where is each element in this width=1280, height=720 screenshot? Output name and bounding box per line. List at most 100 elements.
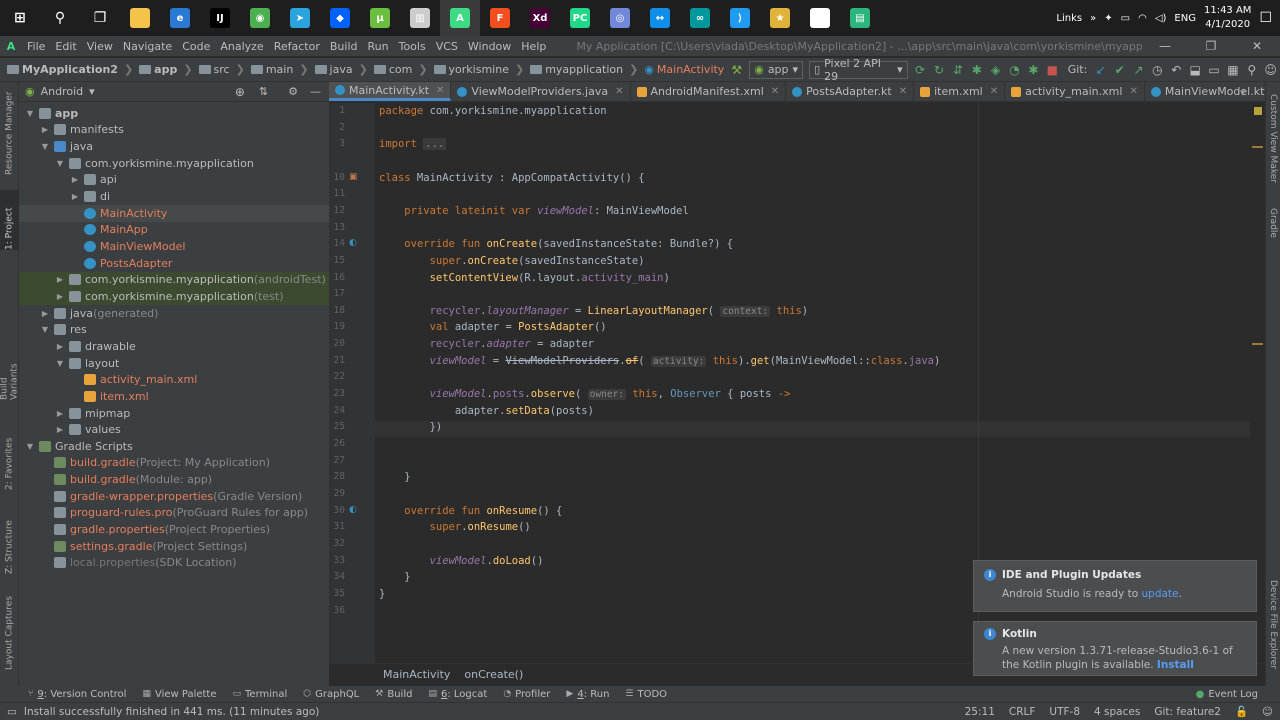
wifi-icon[interactable]: ◠ [1138, 13, 1147, 24]
crumb-3[interactable]: main ❯ [248, 63, 312, 76]
chrome-icon[interactable]: ◉ [240, 0, 280, 36]
tab-gradle[interactable]: Gradle [1268, 208, 1278, 238]
code-line[interactable]: viewModel.posts.observe( owner: this, Ob… [379, 388, 790, 401]
close-tab-icon[interactable]: ✕ [615, 86, 623, 97]
code-line[interactable]: }) [379, 421, 443, 433]
git-commit-icon[interactable]: ✔ [1110, 60, 1129, 80]
editor-tab[interactable]: PostsAdapter.kt ✕ [786, 82, 915, 101]
collapsed-arrow-icon[interactable]: ▶ [55, 425, 65, 434]
override-marker-icon[interactable]: ◐ [349, 505, 357, 515]
caret-position[interactable]: 25:11 [958, 706, 1002, 718]
notification-ide-updates[interactable]: i IDE and Plugin Updates Android Studio i… [973, 560, 1257, 612]
tree-item[interactable]: item.xml [19, 388, 329, 405]
notifications-icon[interactable]: ☐ [1259, 10, 1272, 26]
trophy-app-icon[interactable]: ★ [760, 0, 800, 36]
editor-tab[interactable]: activity_main.xml ✕ [1005, 82, 1145, 101]
tab-layout-captures[interactable]: Layout Captures [0, 592, 19, 670]
battery-icon[interactable]: ▭ [1121, 13, 1130, 24]
notification-kotlin[interactable]: i Kotlin A new version 1.3.71-release-Stu… [973, 621, 1257, 676]
collapse-all-icon[interactable]: ⇅ [259, 85, 268, 98]
crumb-7[interactable]: myapplication ❯ [527, 63, 641, 76]
menu-code[interactable]: Code [177, 40, 215, 53]
tab-structure[interactable]: Z: Structure [0, 510, 19, 574]
code-line[interactable]: } [379, 588, 385, 600]
tool-window-button[interactable]: ▶ 4: Run [558, 689, 617, 700]
editor-tab[interactable]: item.xml ✕ [914, 82, 1006, 101]
chevron-down-icon[interactable]: ▾ [89, 85, 95, 98]
close-button[interactable]: ✕ [1234, 39, 1280, 53]
expanded-arrow-icon[interactable]: ▼ [40, 325, 50, 334]
minimize-button[interactable]: — [1142, 39, 1188, 53]
tree-item[interactable]: MainViewModel [19, 238, 329, 255]
collapsed-arrow-icon[interactable]: ▶ [40, 125, 50, 134]
git-push-icon[interactable]: ↗ [1129, 60, 1148, 80]
code-line[interactable]: super.onCreate(savedInstanceState) [379, 255, 645, 267]
line-separator[interactable]: CRLF [1002, 706, 1043, 718]
menu-navigate[interactable]: Navigate [118, 40, 177, 53]
menu-tools[interactable]: Tools [394, 40, 431, 53]
code-line[interactable]: recycler.layoutManager = LinearLayoutMan… [379, 305, 808, 317]
attach-debugger-icon[interactable]: ✱ [1024, 60, 1043, 80]
tool-window-button[interactable]: ◔ Profiler [495, 689, 558, 700]
edge-icon[interactable]: e [160, 0, 200, 36]
tree-item[interactable]: ▶ api [19, 172, 329, 189]
slack-icon[interactable]: ✱ [800, 0, 840, 36]
discord-icon[interactable]: ◎ [600, 0, 640, 36]
status-message[interactable]: Install successfully finished in 441 ms.… [24, 706, 326, 718]
crumb-0[interactable]: MyApplication2 ❯ [4, 63, 136, 76]
chevron-icon[interactable]: » [1090, 13, 1096, 24]
close-tab-icon[interactable]: ✕ [1129, 86, 1137, 97]
volume-icon[interactable]: ◁) [1155, 13, 1167, 24]
tree-item[interactable]: ▶ com.yorkismine.myapplication (androidTe… [19, 271, 329, 289]
code-line[interactable]: class MainActivity : AppCompatActivity()… [379, 172, 645, 184]
code-line[interactable]: viewModel = ViewModelProviders.of( activ… [379, 355, 940, 367]
pycharm-icon[interactable]: PC [560, 0, 600, 36]
git-history-icon[interactable]: ◷ [1148, 60, 1167, 80]
event-log-button[interactable]: ● Event Log [1188, 689, 1266, 700]
override-marker-icon[interactable]: ◐ [349, 238, 357, 248]
collapsed-arrow-icon[interactable]: ▶ [55, 292, 65, 301]
inspection-status-icon[interactable] [1254, 107, 1262, 115]
tool-window-button[interactable]: ▦ View Palette [134, 689, 224, 700]
editor-tab[interactable]: ViewModelProviders.java ✕ [451, 82, 631, 101]
hammer-icon[interactable]: ⚒ [727, 60, 746, 80]
collapsed-arrow-icon[interactable]: ▶ [40, 309, 50, 318]
menu-build[interactable]: Build [325, 40, 363, 53]
search-icon[interactable]: ⚲ [40, 0, 80, 36]
menu-run[interactable]: Run [363, 40, 394, 53]
device-select[interactable]: ▯ Pixel 2 API 29 ▾ [809, 57, 908, 83]
tool-window-button[interactable]: ▤ 6: Logcat [420, 689, 495, 700]
library-icon[interactable]: ▥ [400, 0, 440, 36]
tool-window-button[interactable]: ⚒ Build [367, 689, 420, 700]
code-line[interactable]: super.onResume() [379, 521, 531, 533]
git-branch[interactable]: Git: feature2 [1147, 706, 1228, 718]
menu-window[interactable]: Window [463, 40, 516, 53]
code-line[interactable]: viewModel.doLoad() [379, 555, 544, 567]
install-link[interactable]: Install [1157, 659, 1194, 671]
code-line[interactable]: override fun onResume() { [379, 505, 562, 517]
tree-item[interactable]: ▼ res [19, 321, 329, 338]
run-config-select[interactable]: ◉ app ▾ [749, 60, 804, 79]
apply-code-changes-icon[interactable]: ⇵ [948, 60, 967, 80]
tab-overflow-icon[interactable]: ▾ [1240, 86, 1246, 99]
tree-item[interactable]: build.gradle (Project: My Application) [19, 455, 329, 472]
tab-project[interactable]: 1: Project [0, 190, 19, 250]
tree-item[interactable]: ▶ java (generated) [19, 305, 329, 322]
project-view-select[interactable]: Android [41, 85, 84, 98]
telegram-icon[interactable]: ➤ [280, 0, 320, 36]
adobe-xd-icon[interactable]: Xd [520, 0, 560, 36]
tree-item[interactable]: gradle.properties (Project Properties) [19, 521, 329, 538]
avd-manager-icon[interactable]: ▭ [1205, 60, 1224, 80]
apply-changes-icon[interactable]: ↻ [930, 60, 949, 80]
menu-analyze[interactable]: Analyze [215, 40, 268, 53]
tree-item[interactable]: ▶ manifests [19, 122, 329, 139]
expanded-arrow-icon[interactable]: ▼ [55, 359, 65, 368]
tab-build-variants[interactable]: Build Variants [0, 340, 20, 400]
indent-setting[interactable]: 4 spaces [1087, 706, 1147, 718]
editor-tab[interactable]: MainViewModel.kt✕ [1145, 82, 1265, 101]
git-rollback-icon[interactable]: ↶ [1167, 60, 1186, 80]
maximize-button[interactable]: ❐ [1188, 39, 1234, 53]
menu-help[interactable]: Help [516, 40, 551, 53]
language-indicator[interactable]: ENG [1174, 13, 1196, 24]
tree-item[interactable]: ▼ app [19, 105, 329, 122]
